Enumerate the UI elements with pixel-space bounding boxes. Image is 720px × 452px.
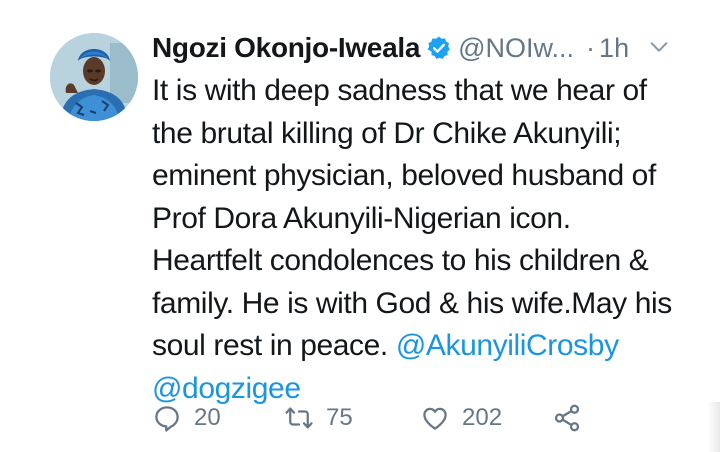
retweet-button[interactable]: 75 bbox=[284, 398, 353, 438]
retweet-icon bbox=[284, 403, 314, 433]
like-count: 202 bbox=[462, 404, 503, 431]
tweet-text: It is with deep sadness that we hear of … bbox=[152, 70, 687, 410]
avatar[interactable] bbox=[50, 33, 138, 121]
share-button[interactable] bbox=[552, 398, 582, 438]
edge-shadow bbox=[708, 402, 720, 452]
tweet-text-main: It is with deep sadness that we hear of … bbox=[152, 74, 672, 362]
reply-count: 20 bbox=[194, 404, 221, 431]
tweet-actions: 20 75 202 bbox=[152, 398, 672, 438]
reply-button[interactable]: 20 bbox=[152, 398, 221, 438]
tweet-card[interactable]: Ngozi Okonjo-Iweala @NOIw... · 1h It is … bbox=[0, 0, 720, 452]
chevron-down-icon[interactable] bbox=[648, 36, 670, 58]
retweet-count: 75 bbox=[326, 404, 353, 431]
tweet-timestamp[interactable]: 1h bbox=[599, 33, 629, 64]
like-button[interactable]: 202 bbox=[420, 398, 502, 438]
like-icon bbox=[420, 403, 450, 433]
author-handle[interactable]: @NOIw... bbox=[458, 33, 574, 64]
share-icon bbox=[552, 403, 582, 433]
verified-badge-icon bbox=[426, 35, 452, 61]
tweet-header: Ngozi Okonjo-Iweala @NOIw... · 1h bbox=[152, 28, 629, 68]
author-name[interactable]: Ngozi Okonjo-Iweala bbox=[152, 32, 420, 64]
reply-icon bbox=[152, 403, 182, 433]
mention-link[interactable]: @AkunyiliCrosby bbox=[396, 329, 619, 362]
separator-dot: · bbox=[586, 32, 596, 63]
